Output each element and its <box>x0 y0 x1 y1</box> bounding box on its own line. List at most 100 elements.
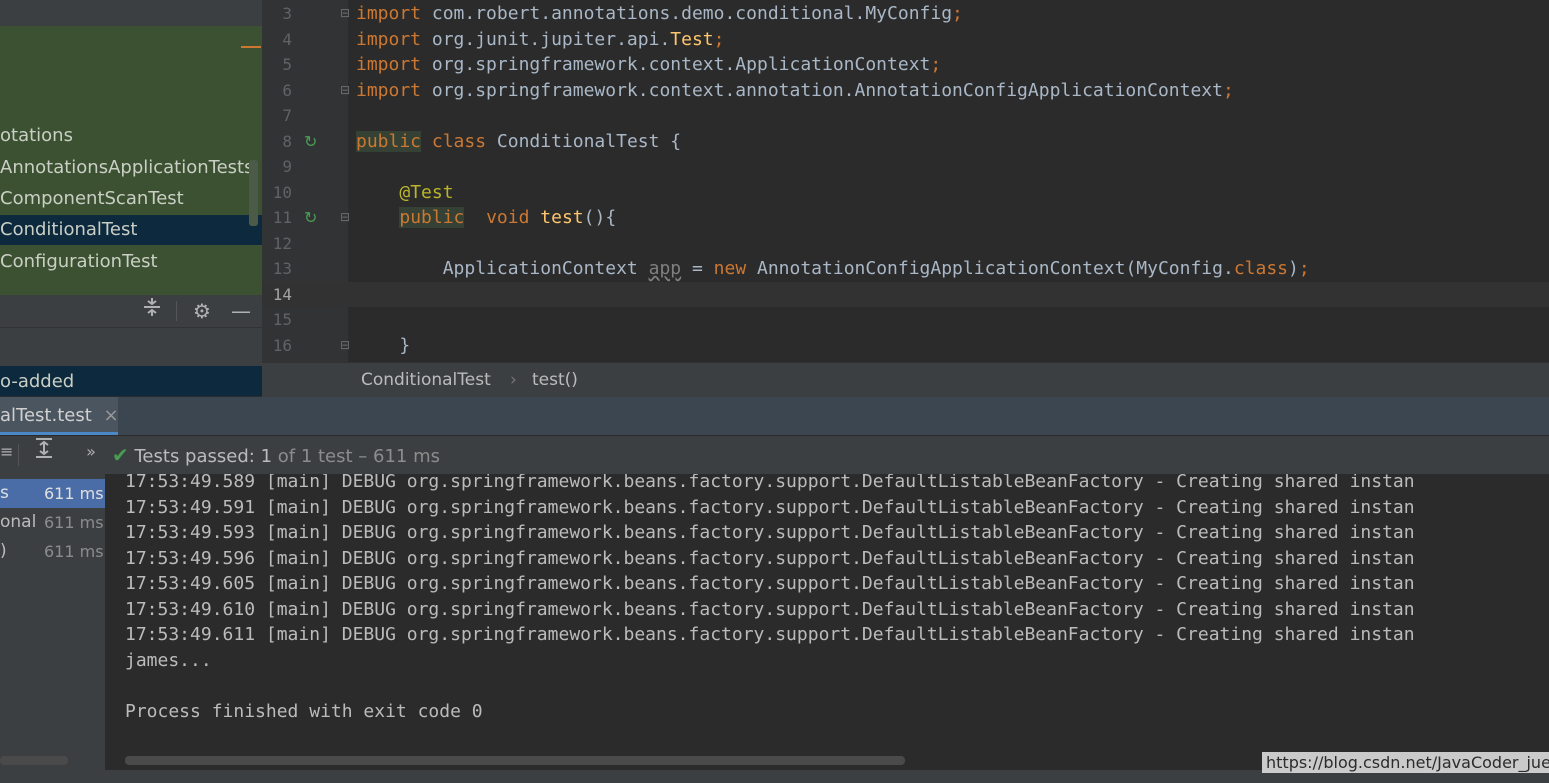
run-gutter-icon[interactable]: ↻ <box>304 132 324 152</box>
vcs-item-label: o-added <box>0 371 75 392</box>
tree-item-label: ConditionalTest <box>0 219 138 240</box>
fold-icon[interactable]: ⊟ <box>340 205 354 231</box>
close-icon[interactable]: × <box>104 405 118 426</box>
tree-item-label: otations <box>0 125 73 146</box>
code-text: import com.robert.annotations.demo.condi… <box>356 3 963 24</box>
line-number: 15 <box>272 310 292 329</box>
line-number: 10 <box>272 182 292 202</box>
tree-item-annotations[interactable]: otations <box>0 121 250 151</box>
code-line[interactable]: 9 <box>262 154 1549 180</box>
left-panel-body <box>0 328 262 366</box>
vcs-item[interactable]: o-added <box>0 366 262 396</box>
run-tab-label: alTest.test <box>0 405 92 426</box>
list-icon[interactable]: ≡ <box>0 436 13 468</box>
code-text: import org.springframework.context.Appli… <box>356 54 942 75</box>
code-line[interactable]: 3 ⊟ import com.robert.annotations.demo.c… <box>262 1 1549 27</box>
expand-all-icon[interactable] <box>30 436 58 468</box>
breadcrumb-method[interactable]: test() <box>532 363 578 397</box>
console-hscrollbar[interactable] <box>125 756 905 765</box>
line-number: 16 <box>272 335 292 355</box>
tests-status: ✔ Tests passed: 1 of 1 test – 611 ms <box>112 436 440 474</box>
tree-scrollbar[interactable] <box>249 160 258 226</box>
breadcrumb-separator-icon: › <box>510 370 517 390</box>
console-line: 17:53:49.589 [main] DEBUG org.springfram… <box>125 474 1415 492</box>
project-panel-header <box>0 0 262 26</box>
test-results-tree: s 611 ms onal 611 ms ) 611 ms <box>0 474 105 783</box>
run-tab-bar: alTest.test × <box>0 397 1549 435</box>
code-line[interactable]: 11 ↻ ⊟ public void test(){ <box>262 205 1549 231</box>
test-row-time: 611 ms <box>44 484 104 503</box>
test-row[interactable]: ) 611 ms <box>0 537 105 566</box>
status-count: 1 <box>260 446 273 467</box>
code-text: public class ConditionalTest { <box>356 130 682 152</box>
line-number: 12 <box>272 233 292 253</box>
code-line[interactable]: 16 ⊟ } <box>262 333 1549 359</box>
tree-item-configuration-test[interactable]: ConfigurationTest <box>0 247 250 277</box>
line-number: 6 <box>282 80 292 100</box>
gear-icon[interactable]: ⚙ <box>188 295 216 327</box>
code-editor[interactable]: 3 ⊟ import com.robert.annotations.demo.c… <box>262 0 1549 362</box>
code-text: import org.springframework.context.annot… <box>356 79 1234 101</box>
status-time: – 611 ms <box>358 446 441 467</box>
console-line: Process finished with exit code 0 <box>125 700 483 722</box>
breadcrumb-class[interactable]: ConditionalTest <box>361 363 491 397</box>
tree-hscrollbar[interactable] <box>0 756 68 765</box>
test-row[interactable]: s 611 ms <box>0 479 105 508</box>
project-tree-panel: otations AnnotationsApplicationTests Com… <box>0 0 262 295</box>
left-panel-toolbar: ⚙ — <box>0 295 262 328</box>
collapse-all-icon[interactable] <box>138 295 166 327</box>
code-line[interactable]: 7 <box>262 103 1549 129</box>
tree-item-component-scan-test[interactable]: ComponentScanTest <box>0 184 250 214</box>
watermark: https://blog.csdn.net/JavaCoder_juejue <box>1262 752 1549 773</box>
console-output[interactable]: 17:53:49.589 [main] DEBUG org.springfram… <box>105 474 1549 783</box>
fold-icon[interactable]: ⊟ <box>340 1 354 27</box>
tree-item-label: ConfigurationTest <box>0 251 158 272</box>
test-row-time: 611 ms <box>44 542 104 561</box>
code-text: import org.junit.jupiter.api.Test; <box>356 28 725 50</box>
line-number: 4 <box>282 29 292 49</box>
line-number: 8 <box>282 131 292 151</box>
code-line[interactable]: 15 <box>262 307 1549 333</box>
test-row-time: 611 ms <box>44 513 104 532</box>
code-text: public void test(){ <box>399 207 617 228</box>
panel-marker <box>241 46 261 48</box>
toolbar-divider <box>18 444 19 466</box>
console-line: 17:53:49.605 [main] DEBUG org.springfram… <box>125 573 1415 594</box>
tab-underline <box>0 432 118 435</box>
console-line: 17:53:49.593 [main] DEBUG org.springfram… <box>125 522 1415 543</box>
code-line[interactable]: 13 ApplicationContext app = new Annotati… <box>262 256 1549 282</box>
fold-icon[interactable]: ⊟ <box>340 333 354 359</box>
code-line-current[interactable]: 14 <box>262 281 1549 307</box>
code-line[interactable]: 10 @Test <box>262 180 1549 206</box>
code-line[interactable]: 5 import org.springframework.context.App… <box>262 52 1549 78</box>
status-of: of 1 test <box>277 446 353 467</box>
breadcrumb: ConditionalTest › test() <box>262 362 1549 397</box>
code-line[interactable]: 6 ⊟ import org.springframework.context.a… <box>262 78 1549 104</box>
test-row-label: ) <box>0 541 7 561</box>
code-line[interactable]: 8 ↻ public class ConditionalTest { <box>262 129 1549 155</box>
test-row[interactable]: onal 611 ms <box>0 508 105 537</box>
minimize-icon[interactable]: — <box>228 295 254 327</box>
test-row-label: s <box>0 483 9 503</box>
code-line[interactable]: 4 import org.junit.jupiter.api.Test; <box>262 27 1549 53</box>
line-number: 7 <box>282 106 292 125</box>
tree-item-annotations-application-tests[interactable]: AnnotationsApplicationTests <box>0 153 250 183</box>
code-line[interactable]: 12 <box>262 231 1549 257</box>
run-tab[interactable]: alTest.test × <box>0 397 118 435</box>
line-number: 13 <box>272 259 292 278</box>
more-icon[interactable]: » <box>80 436 102 468</box>
console-line: james... <box>125 649 212 671</box>
tree-item-label: ComponentScanTest <box>0 188 184 209</box>
code-text: } <box>356 334 411 356</box>
tree-item-conditional-test[interactable]: ConditionalTest <box>0 215 262 245</box>
toolbar-divider <box>176 301 177 321</box>
line-number: 5 <box>282 55 292 74</box>
code-text: ApplicationContext app = new AnnotationC… <box>356 258 1310 279</box>
status-passed-label: Tests passed: <box>134 446 255 467</box>
line-number: 11 <box>272 208 292 227</box>
code-text: @Test <box>399 181 454 203</box>
console-line: 17:53:49.591 [main] DEBUG org.springfram… <box>125 496 1415 518</box>
run-gutter-icon[interactable]: ↻ <box>304 208 324 228</box>
fold-icon[interactable]: ⊟ <box>340 78 354 104</box>
line-number: 14 <box>272 284 292 304</box>
